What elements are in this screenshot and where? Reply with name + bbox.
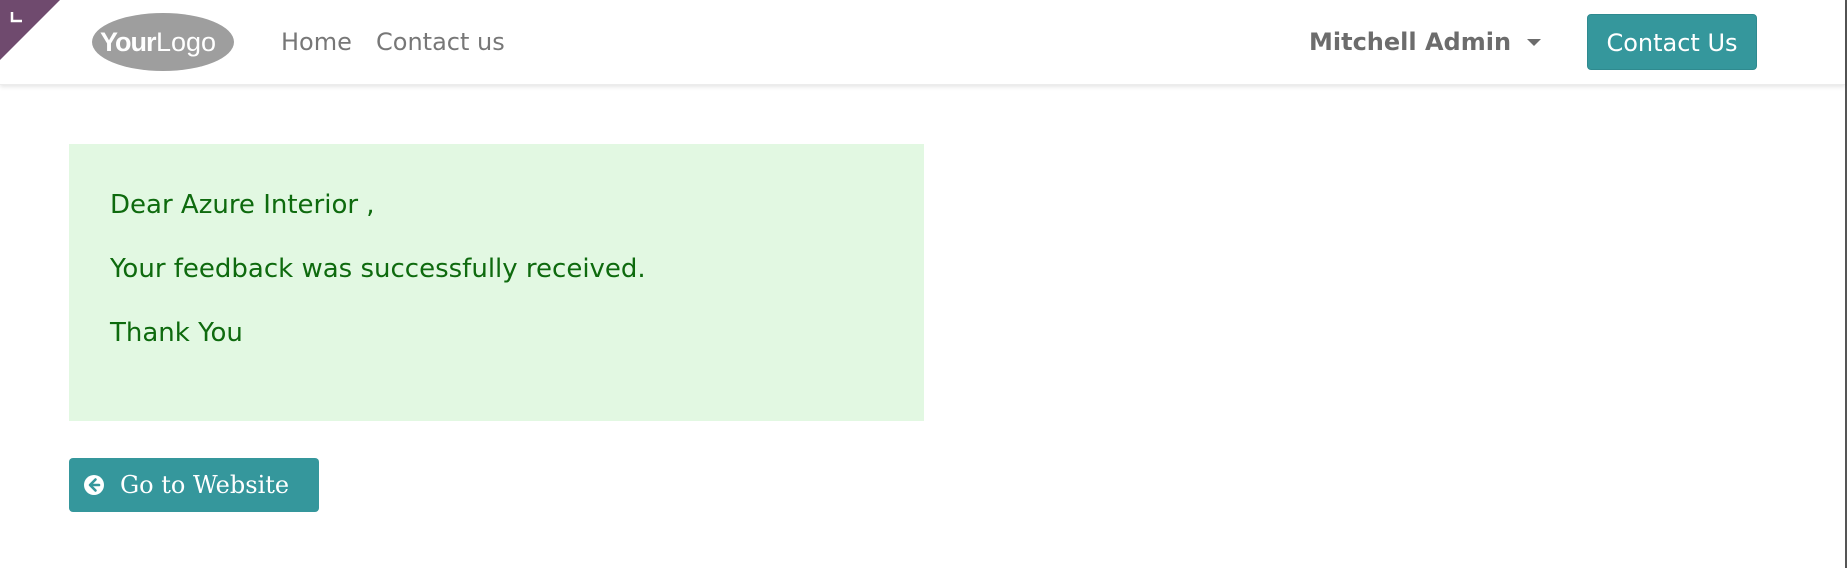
nav-link-home[interactable]: Home (281, 27, 352, 57)
closing-text: Thank You (110, 318, 243, 348)
logo-graphic: Your Logo (92, 13, 234, 71)
user-name: Mitchell Admin (1309, 28, 1512, 56)
nav-link-contact[interactable]: Contact us (376, 27, 505, 57)
user-menu-dropdown[interactable]: Mitchell Admin (1309, 26, 1542, 58)
arrow-circle-left-icon (84, 475, 104, 495)
logo-text-light: Logo (156, 27, 216, 57)
feedback-success-alert: Dear Azure Interior , Your feedback was … (69, 144, 924, 421)
greeting-text: Dear Azure Interior , (110, 190, 375, 220)
go-to-website-label: Go to Website (120, 471, 290, 499)
contact-us-button[interactable]: Contact Us (1587, 14, 1757, 70)
logo-text-bold: Your (100, 27, 157, 57)
chevron-down-icon (1527, 38, 1542, 46)
top-navbar: Your Logo Home Contact us Mitchell Admin… (0, 0, 1845, 85)
edit-mode-corner-icon[interactable] (0, 0, 60, 60)
confirmation-text: Your feedback was successfully received. (110, 254, 646, 284)
go-to-website-button[interactable]: Go to Website (69, 458, 319, 512)
site-logo[interactable]: Your Logo (92, 12, 235, 72)
